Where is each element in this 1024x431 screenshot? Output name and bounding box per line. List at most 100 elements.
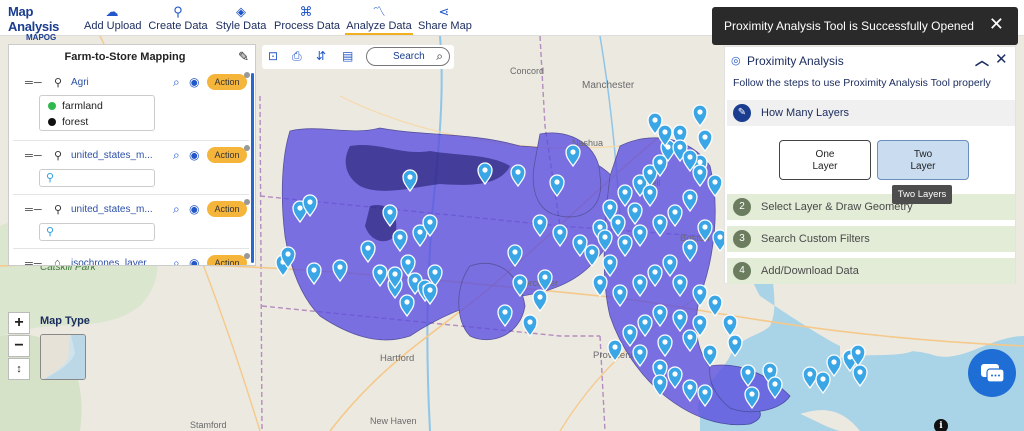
legend-item: farmland <box>40 98 154 114</box>
chevron-up-icon[interactable]: ︿ <box>975 50 989 70</box>
nav-label: Add Upload <box>84 20 142 32</box>
layer-name[interactable]: isochrones_layer <box>71 258 161 265</box>
nav-style-data[interactable]: ◈ Style Data <box>214 3 268 35</box>
map-pin-icon: ⚲ <box>54 150 63 162</box>
map-pin-icon: ⚲ <box>54 77 63 89</box>
share-icon: ⋖ <box>438 4 450 19</box>
zoom-to-layer-icon[interactable]: ⌕ <box>173 256 180 265</box>
nav-analyze-data[interactable]: 〽 Analyze Data <box>345 3 413 35</box>
button-line: Two <box>913 149 933 160</box>
step-select-layer[interactable]: 2 Select Layer & Draw Geometry <box>727 194 1015 220</box>
step-add-download[interactable]: 4 Add/Download Data <box>727 258 1015 284</box>
button-line: One <box>815 149 835 160</box>
eye-hidden-icon[interactable]: ◉ <box>189 148 199 162</box>
reset-view-icon[interactable]: ↕ <box>8 358 30 380</box>
nav-process-data[interactable]: ⌘ Process Data <box>274 3 341 35</box>
drag-handle-icon[interactable]: ═ ─ <box>25 204 42 216</box>
step-label: Search Custom Filters <box>761 233 870 245</box>
nav-label: Process Data <box>274 20 341 32</box>
app-logo[interactable]: Map Analysis MAPOG <box>8 4 76 42</box>
chat-button[interactable] <box>968 349 1016 397</box>
edit-pencil-icon[interactable]: ✎ <box>238 49 249 65</box>
search-box[interactable]: Search ⌕ <box>366 47 450 66</box>
map-type-label: Map Type <box>40 315 90 327</box>
map-city-label: Concord <box>510 66 544 76</box>
drag-handle-icon[interactable]: ═ ─ <box>25 150 42 162</box>
paint-bucket-icon: ◈ <box>236 4 246 19</box>
eye-hidden-icon[interactable]: ◉ <box>189 75 199 89</box>
action-button[interactable]: Action <box>207 255 247 265</box>
action-button[interactable]: Action <box>207 147 247 163</box>
info-icon[interactable]: i <box>934 419 948 431</box>
process-nodes-icon: ⌘ <box>299 4 313 19</box>
chat-bubble-icon <box>981 364 1005 383</box>
comment-icon[interactable]: ▤ <box>342 49 353 63</box>
zoom-out-button[interactable]: − <box>8 335 30 357</box>
close-icon[interactable]: ✕ <box>995 50 1008 68</box>
step-number: 2 <box>733 198 751 216</box>
one-layer-button[interactable]: One Layer <box>779 140 871 180</box>
close-icon[interactable]: ✕ <box>989 14 1004 35</box>
search-icon: ⌕ <box>436 49 443 63</box>
step-number: 4 <box>733 262 751 280</box>
nav-share-map[interactable]: ⋖ Share Map <box>418 3 472 35</box>
map-type-preview <box>41 335 85 379</box>
map-pin-icon: ⚲ <box>54 204 63 216</box>
measure-icon[interactable]: ⇵ <box>316 49 326 63</box>
zoom-to-layer-icon[interactable]: ⌕ <box>173 202 180 217</box>
nav-label: Style Data <box>215 20 267 32</box>
logo-subtitle: MAPOG <box>26 33 57 42</box>
zoom-in-button[interactable]: + <box>8 312 30 334</box>
legend-label: farmland <box>62 100 103 112</box>
layer-legend: ⚲ <box>39 169 155 187</box>
layer-panel: Farm-to-Store Mapping ✎ ═ ─ ⚲ Agri ⌕ ◉ A… <box>8 44 256 266</box>
layer-row-agri[interactable]: ═ ─ ⚲ Agri ⌕ ◉ Action <box>9 72 253 95</box>
step-how-many-layers[interactable]: ✎ How Many Layers <box>727 100 1015 126</box>
legend-label: forest <box>62 116 89 128</box>
logo-title: Map Analysis <box>8 4 60 34</box>
proximity-instructions: Follow the steps to use Proximity Analys… <box>733 77 991 89</box>
layer-row-united-states-1[interactable]: ═ ─ ⚲ united_states_m... ⌕ ◉ Action <box>9 145 253 168</box>
map-city-label: New Haven <box>370 416 417 426</box>
layer-name[interactable]: Agri <box>71 77 161 88</box>
layer-legend: ⚲ <box>39 223 155 241</box>
legend-item: forest <box>40 114 154 130</box>
drag-handle-icon[interactable]: ═ ─ <box>25 258 42 265</box>
map-toolbar: ⊡ ⎙ ⇵ ▤ Search ⌕ <box>262 45 454 69</box>
edit-pencil-icon: ✎ <box>733 104 751 122</box>
nav-label: Share Map <box>418 20 472 32</box>
pin-symbol-icon: ⚲ <box>46 172 55 184</box>
polygon-layer-icon: ⌂ <box>54 257 61 266</box>
step-custom-filters[interactable]: 3 Search Custom Filters <box>727 226 1015 252</box>
action-button[interactable]: Action <box>207 201 247 217</box>
action-button[interactable]: Action <box>207 74 247 90</box>
status-dot-icon <box>244 199 250 205</box>
layer-row-isochrones[interactable]: ═ ─ ⌂ isochrones_layer ⌕ ◉ Action <box>9 253 253 266</box>
status-dot-icon <box>244 145 250 151</box>
layer-row-united-states-2[interactable]: ═ ─ ⚲ united_states_m... ⌕ ◉ Action <box>9 199 253 222</box>
eye-hidden-icon[interactable]: ◉ <box>189 256 199 265</box>
divider <box>13 194 249 195</box>
print-icon[interactable]: ⎙ <box>292 49 302 64</box>
step-label: Add/Download Data <box>761 265 859 277</box>
drag-handle-icon[interactable]: ═ ─ <box>25 77 42 89</box>
nav-label: Analyze Data <box>346 20 412 32</box>
zoom-to-layer-icon[interactable]: ⌕ <box>173 148 180 163</box>
step-label: How Many Layers <box>761 107 850 119</box>
toast-message: Proximity Analysis Tool is Successfully … <box>724 19 974 33</box>
panel-scrollbar[interactable] <box>251 73 254 263</box>
map-type-thumbnail[interactable] <box>40 334 86 380</box>
two-layer-button[interactable]: Two Layer <box>877 140 969 180</box>
zoom-to-layer-icon[interactable]: ⌕ <box>173 75 180 90</box>
proximity-panel: ◎ Proximity Analysis ︿ ✕ Follow the step… <box>724 46 1016 284</box>
layer-name[interactable]: united_states_m... <box>71 150 161 161</box>
screenshot-icon[interactable]: ⊡ <box>268 49 278 63</box>
search-label: Search <box>393 51 425 62</box>
nav-label: Create Data <box>148 20 208 32</box>
nav-add-upload[interactable]: ☁ Add Upload <box>84 3 142 35</box>
layer-name[interactable]: united_states_m... <box>71 204 161 215</box>
nav-create-data[interactable]: ⚲ Create Data <box>148 3 208 35</box>
legend-dot-icon <box>48 118 56 126</box>
eye-visible-icon[interactable]: ◉ <box>189 202 199 216</box>
pin-symbol-icon: ⚲ <box>46 226 55 238</box>
